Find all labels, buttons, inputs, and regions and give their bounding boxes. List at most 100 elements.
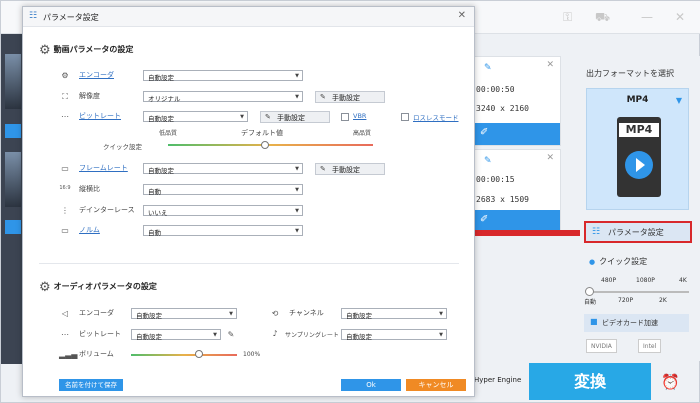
deinterlace-label: デインターレース xyxy=(79,206,135,214)
bitrate-icon: ⋯ xyxy=(61,330,69,339)
sampling-rate-select[interactable]: 自動設定 xyxy=(341,329,447,341)
pencil-icon: ✎ xyxy=(320,93,326,101)
vbr-checkbox[interactable] xyxy=(341,113,349,121)
format-file-tag: MP4 xyxy=(619,123,659,137)
vbr-label[interactable]: VBR xyxy=(353,112,366,120)
low-quality-label: 低品質 xyxy=(159,130,178,137)
norm-label[interactable]: ノルム xyxy=(79,225,100,235)
file-resolution: 2683 x 1509 xyxy=(476,195,529,204)
channel-select[interactable]: 自動設定 xyxy=(341,308,447,320)
cart-icon[interactable]: ⛟ xyxy=(595,10,610,26)
cancel-button[interactable]: キャンセル xyxy=(406,379,466,391)
bitrate-label[interactable]: ビットレート xyxy=(79,111,121,121)
deinterlace-icon: ⋮ xyxy=(61,206,69,215)
minimize-icon[interactable]: — xyxy=(641,10,653,24)
framerate-select[interactable]: 自動設定 xyxy=(143,163,303,175)
quality-slider-knob[interactable] xyxy=(261,141,269,149)
pencil-icon[interactable]: ✎ xyxy=(225,330,237,339)
bitrate-icon: ⋯ xyxy=(61,112,69,121)
edit-icon[interactable]: ✎ xyxy=(484,156,492,166)
norm-icon: ▭ xyxy=(61,226,69,235)
speaker-icon: ◁ xyxy=(61,309,69,318)
manual-label: 手動設定 xyxy=(332,94,360,102)
key-icon[interactable]: ⚿ xyxy=(563,10,572,25)
audio-section-title: オーディオパラメータの設定 xyxy=(53,282,157,291)
volume-label: ボリューム xyxy=(79,350,114,358)
edit-icon[interactable]: ✎ xyxy=(484,63,492,73)
bitrate-select[interactable]: 自動設定 xyxy=(143,111,248,123)
gpu-acceleration-toggle[interactable]: ビデオカード加速 xyxy=(584,314,689,332)
audio-encoder-select[interactable]: 自動設定 xyxy=(131,308,237,320)
format-name: MP4 xyxy=(626,95,649,105)
file-card[interactable]: ✎ ✕ 00:00:50 3240 x 2160 ✐ xyxy=(471,56,561,146)
lossless-label[interactable]: ロスレスモード xyxy=(413,112,459,122)
parameter-settings-button[interactable]: ☷ パラメータ設定 xyxy=(584,221,692,243)
alarm-clock-icon[interactable]: ⏰ xyxy=(661,373,680,391)
save-as-button[interactable]: 名前を付けて保存 xyxy=(59,379,123,391)
quick-settings-knob[interactable] xyxy=(585,287,594,296)
default-value-label: デフォルト値 xyxy=(241,129,283,137)
volume-icon: ▂▃▄ xyxy=(59,350,78,359)
sampling-rate-label: サンプリングレート xyxy=(285,332,339,339)
quick-tick-label: 1080P xyxy=(636,277,655,284)
close-icon[interactable]: ✕ xyxy=(458,10,466,21)
dialog-title: パラメータ設定 xyxy=(43,13,99,22)
resolution-label: 解像度 xyxy=(79,92,100,100)
high-quality-label: 高品質 xyxy=(353,130,372,137)
chevron-down-icon[interactable]: ▼ xyxy=(676,96,682,105)
settings-icon[interactable]: ✐ xyxy=(480,214,488,225)
mp4-file-icon: MP4 xyxy=(617,117,661,197)
bitrate-manual-button[interactable]: ✎ 手動設定 xyxy=(260,111,330,123)
framerate-label[interactable]: フレームレート xyxy=(79,163,128,173)
manual-label: 手動設定 xyxy=(277,114,305,122)
audio-encoder-label: エンコーダ xyxy=(79,309,114,317)
quick-settings-label: クイック設定 xyxy=(589,256,647,267)
volume-slider-knob[interactable] xyxy=(195,350,203,358)
framerate-manual-button[interactable]: ✎ 手動設定 xyxy=(315,163,385,175)
quality-slider-track[interactable] xyxy=(168,144,373,146)
settings-icon[interactable]: ✐ xyxy=(480,127,488,138)
video-thumbnail[interactable] xyxy=(5,54,21,109)
remove-file-icon[interactable]: ✕ xyxy=(546,153,554,163)
framerate-icon: ▭ xyxy=(61,164,69,173)
resolution-select[interactable]: オリジナル xyxy=(143,91,303,103)
ok-button[interactable]: Ok xyxy=(341,379,401,391)
deinterlace-select[interactable]: いいえ xyxy=(143,205,303,217)
thumbnail-bar xyxy=(5,124,21,138)
encoder-select[interactable]: 自動設定 xyxy=(143,70,303,82)
channel-label: チャンネル xyxy=(289,309,324,317)
format-selector[interactable]: MP4 ▼ MP4 xyxy=(586,88,689,210)
quick-tick-label: 自動 xyxy=(584,299,597,306)
video-thumbnail-strip xyxy=(1,34,23,364)
file-edit-bar[interactable]: ✐ xyxy=(472,123,560,145)
norm-select[interactable]: 自動 xyxy=(143,225,303,237)
quick-tick-label: 4K xyxy=(679,277,687,284)
file-card[interactable]: ✎ ✕ 00:00:15 2683 x 1509 ✐ xyxy=(471,149,561,233)
quick-settings-slider[interactable] xyxy=(589,291,689,293)
aspect-ratio-select[interactable]: 自動 xyxy=(143,184,303,196)
section-divider xyxy=(39,263,459,264)
lossless-checkbox[interactable] xyxy=(401,113,409,121)
video-thumbnail[interactable] xyxy=(5,152,21,207)
manual-label: 手動設定 xyxy=(332,166,360,174)
intel-chip: Intel xyxy=(638,339,662,353)
file-duration: 00:00:50 xyxy=(476,85,515,94)
convert-button[interactable]: 変換 xyxy=(529,363,651,400)
file-duration: 00:00:15 xyxy=(476,175,515,184)
volume-slider-track[interactable] xyxy=(131,354,237,356)
sliders-icon: ☷ xyxy=(592,227,601,237)
pencil-icon: ✎ xyxy=(320,165,326,173)
channel-icon: ⟲ xyxy=(271,309,279,318)
quick-tick-label: 720P xyxy=(618,297,634,304)
resolution-manual-button[interactable]: ✎ 手動設定 xyxy=(315,91,385,103)
audio-bitrate-select[interactable]: 自動設定 xyxy=(131,329,221,341)
close-icon[interactable]: ✕ xyxy=(675,10,685,24)
remove-file-icon[interactable]: ✕ xyxy=(546,60,554,70)
quick-tick-label: 480P xyxy=(601,277,617,284)
parameter-settings-dialog: ☷ パラメータ設定 ✕ ⚙動画パラメータの設定 ⚙ エンコーダ 自動設定 ⛶ 解… xyxy=(22,6,475,397)
encoder-label[interactable]: エンコーダ xyxy=(79,70,114,80)
pencil-icon: ✎ xyxy=(265,113,271,121)
volume-value: 100% xyxy=(243,351,261,358)
quick-setting-label: クイック設定 xyxy=(103,143,142,151)
aspect-ratio-label: 縦横比 xyxy=(79,185,100,193)
